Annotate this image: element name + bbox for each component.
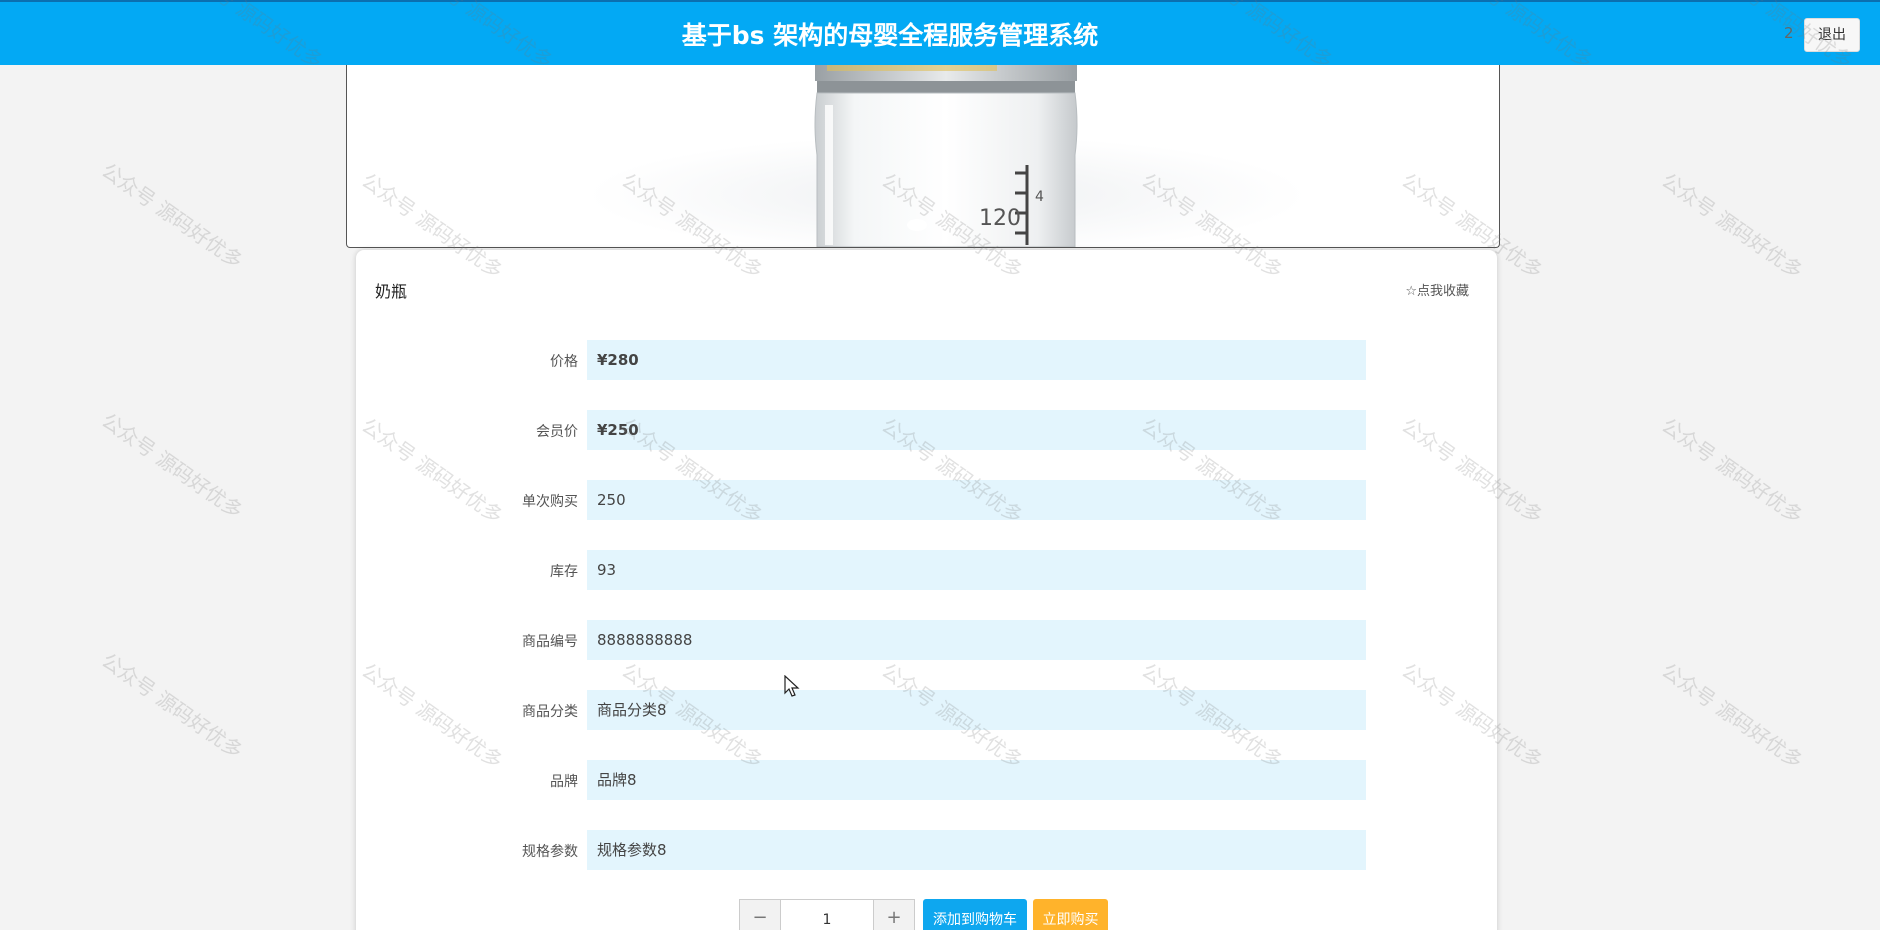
category-label: 商品分类: [522, 704, 578, 720]
logout-button[interactable]: 退出: [1804, 18, 1860, 52]
detail-row-single-purchase: 单次购买 250: [356, 480, 1497, 520]
watermark-text: 公众号 源码好优多: [1657, 658, 1808, 774]
watermark-text: 公众号 源码好优多: [1657, 168, 1808, 284]
product-code-value: 8888888888: [587, 620, 1366, 660]
single-purchase-value: 250: [587, 480, 1366, 520]
favorite-link[interactable]: ☆点我收藏: [1405, 280, 1469, 299]
svg-text:4: 4: [1035, 189, 1044, 205]
increase-quantity-button[interactable]: +: [873, 900, 914, 930]
price-value: ¥280: [587, 340, 1366, 380]
baby-bottle-image: 120 4: [587, 65, 1307, 247]
watermark-text: 公众号 源码好优多: [97, 408, 248, 524]
product-code-label: 商品编号: [522, 634, 578, 650]
product-detail-card: 奶瓶 ☆点我收藏 价格 ¥280 会员价 ¥250 单次购买 250 库存 93…: [356, 250, 1497, 930]
quantity-input[interactable]: 1: [781, 900, 873, 930]
decrease-quantity-button[interactable]: −: [740, 900, 781, 930]
mouse-cursor-icon: [784, 675, 800, 697]
watermark-text: 公众号 源码好优多: [97, 158, 248, 274]
detail-row-price: 价格 ¥280: [356, 340, 1497, 380]
category-value: 商品分类8: [587, 690, 1366, 730]
user-id-label: 2: [1784, 24, 1794, 42]
product-name: 奶瓶: [375, 282, 408, 301]
member-price-label: 会员价: [536, 424, 578, 440]
watermark-text: 公众号 源码好优多: [1657, 413, 1808, 529]
detail-row-stock: 库存 93: [356, 550, 1497, 590]
detail-row-member-price: 会员价 ¥250: [356, 410, 1497, 450]
brand-label: 品牌: [550, 774, 578, 790]
price-label: 价格: [550, 354, 578, 370]
detail-row-brand: 品牌 品牌8: [356, 760, 1497, 800]
detail-row-product-code: 商品编号 8888888888: [356, 620, 1497, 660]
stock-label: 库存: [550, 564, 578, 580]
single-purchase-label: 单次购买: [522, 494, 578, 510]
detail-row-category: 商品分类 商品分类8: [356, 690, 1497, 730]
specs-value: 规格参数8: [587, 830, 1366, 870]
brand-value: 品牌8: [587, 760, 1366, 800]
watermark-text: 公众号 源码好优多: [97, 648, 248, 764]
member-price-value: ¥250: [587, 410, 1366, 450]
system-title: 基于bs 架构的母婴全程服务管理系统: [681, 21, 1099, 50]
detail-row-specs: 规格参数 规格参数8: [356, 830, 1497, 870]
top-header-bar: 基于bs 架构的母婴全程服务管理系统 2 退出: [0, 0, 1880, 65]
quantity-stepper: − 1 +: [739, 899, 915, 930]
product-image: 120 4: [346, 65, 1500, 248]
specs-label: 规格参数: [522, 844, 578, 860]
add-to-cart-button[interactable]: 添加到购物车: [923, 899, 1027, 930]
stock-value: 93: [587, 550, 1366, 590]
buy-now-button[interactable]: 立即购买: [1033, 899, 1108, 930]
bottle-marking-text: 120: [979, 206, 1021, 231]
